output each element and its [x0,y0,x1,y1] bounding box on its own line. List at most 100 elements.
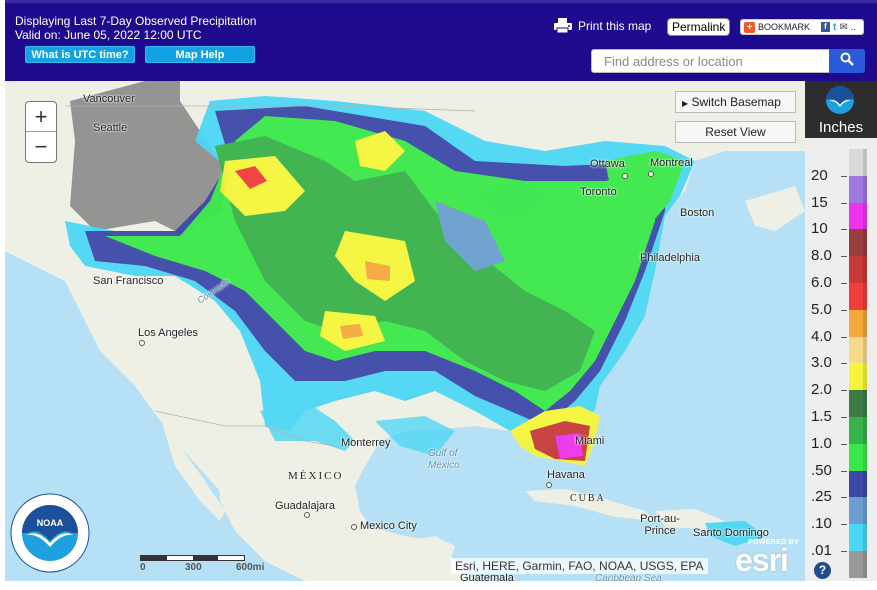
legend-color-swatch [849,256,867,283]
print-label: Print this map [578,18,652,33]
header-bar: Displaying Last 7-Day Observed Precipita… [5,0,877,81]
legend-color-swatch [849,443,867,471]
legend-color-swatch [849,363,867,391]
place-label: Philadelphia [640,252,700,264]
legend-unit-label: Inches [818,119,864,136]
esri-wordmark: esri [735,542,789,578]
location-search-input[interactable] [591,49,830,73]
switch-basemap-button[interactable]: ▶ Switch Basemap [675,91,796,113]
place-label: Montreal [650,157,693,169]
city-marker [139,340,145,346]
email-icon[interactable]: ✉ [839,22,847,33]
legend-tick-mark [841,202,847,204]
legend-header: Inches [805,81,877,138]
legend-color-swatch [849,497,867,525]
bookmark-share-button[interactable]: + BOOKMARK f t ✉ .. [740,19,864,35]
legend-tick-mark [841,336,847,338]
twitter-icon[interactable]: t [833,22,836,33]
legend-tick-label: 20 [811,166,828,184]
place-label: Toronto [580,186,617,198]
legend-tick-label: .25 [811,488,832,506]
permalink-button[interactable]: Permalink [667,18,731,36]
legend-tick-label: 15 [811,193,828,211]
search-icon [840,52,854,71]
esri-logo[interactable]: POWERED BY esri [735,539,805,577]
noaa-logo-icon [825,85,855,115]
place-label: Mexico City [360,520,417,532]
legend-tick-label: 1.0 [811,434,832,452]
water-label: Caribbean Sea [595,573,662,581]
legend-color-swatch [849,336,867,364]
legend-tick-mark [841,443,847,445]
app: Displaying Last 7-Day Observed Precipita… [0,0,877,590]
legend-tick-mark [841,470,847,472]
legend-tick-label: 5.0 [811,300,832,318]
what-is-utc-button[interactable]: What is UTC time? [25,46,135,63]
reset-view-button[interactable]: Reset View [675,121,796,143]
legend-color-swatch [849,229,867,257]
legend-help-icon[interactable]: ? [814,562,831,579]
country-label: MÉXICO [288,470,344,482]
switch-basemap-label: Switch Basemap [691,95,781,109]
noaa-seal-logo: NOAA [10,493,90,573]
legend-tick-mark [841,256,847,258]
map-attribution: Esri, HERE, Garmin, FAO, NOAA, USGS, EPA [451,558,708,574]
legend-tick-mark [841,363,847,365]
place-label: Seattle [93,122,128,134]
legend-color-swatch [849,175,867,203]
map-canvas[interactable]: Vancouver Seattle San Francisco Los Ange… [5,81,805,581]
legend-tick-mark [841,524,847,526]
city-marker [622,173,628,179]
search-button[interactable] [829,49,865,73]
legend-tick-mark [841,283,847,284]
title-product: Displaying Last 7-Day Observed Precipita… [15,14,257,28]
city-marker [546,482,552,488]
legend-color-swatch [849,283,867,310]
place-label: Havana [547,469,585,481]
legend-tick-mark [841,417,847,418]
legend-color-swatch [849,417,867,444]
legend-tick-label: 8.0 [811,247,832,265]
legend-tick-label: 2.0 [811,381,832,399]
legend-tick-mark [841,390,847,392]
legend-tick-label: 3.0 [811,354,832,372]
place-label: Vancouver [83,93,135,105]
legend-tick-mark [841,229,847,231]
city-marker [304,512,310,518]
legend-color-swatch [849,202,867,230]
legend-color-swatch [849,551,867,578]
scale-label: 600mi [236,562,265,573]
legend-tick-mark [841,309,847,311]
nova-scotia [745,186,805,231]
place-label: Boston [680,207,715,219]
title-valid-time: Valid on: June 05, 2022 12:00 UTC [15,28,202,42]
zoom-control: + − [25,101,57,163]
place-label: San Francisco [93,275,164,287]
place-label: Monterrey [341,437,391,449]
city-marker [351,524,357,530]
addthis-plus-icon: + [744,21,755,33]
more-share-icon[interactable]: .. [851,22,856,32]
legend-tick-mark [841,175,847,177]
legend-color-swatch [849,390,867,417]
place-label: Los Angeles [138,327,198,339]
legend-tick-label: 6.0 [811,274,832,291]
legend-tick-label: .50 [811,461,832,479]
water-label: Gulf of Mexico [428,448,460,471]
map-title: Displaying Last 7-Day Observed Precipita… [15,14,256,42]
place-label: Santo Domingo [693,527,769,539]
legend-color-swatch [849,149,867,176]
legend-tick-label: 10 [811,220,828,238]
zoom-out-button[interactable]: − [26,132,56,162]
facebook-icon[interactable]: f [821,22,831,32]
legend-tick-mark [841,551,847,552]
map-help-button[interactable]: Map Help [145,46,255,63]
legend-tick-label: .10 [811,515,832,533]
zoom-in-button[interactable]: + [26,102,56,132]
place-label: Ottawa [590,158,625,170]
scale-label: 0 [140,562,146,573]
place-label: Guadalajara [275,500,335,512]
print-map-link[interactable]: Print this map [554,18,651,33]
scale-bar: 0 300 600mi [140,555,280,573]
country-label: CUBA [570,493,606,504]
